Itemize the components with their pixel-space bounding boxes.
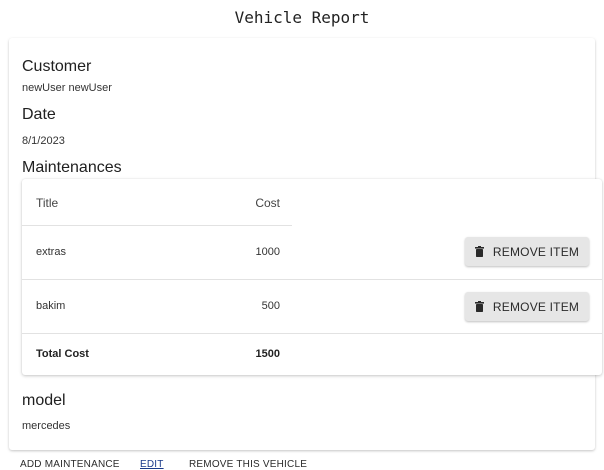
row-cost: 500 [261, 300, 280, 312]
row-divider [22, 279, 602, 280]
trash-icon [474, 246, 484, 257]
header-divider [22, 225, 292, 226]
model-value: mercedes [22, 420, 71, 432]
customer-name: newUser newUser [22, 82, 112, 94]
remove-item-button[interactable]: REMOVE ITEM [465, 237, 589, 266]
date-heading: Date [22, 106, 56, 123]
remove-vehicle-button[interactable]: REMOVE THIS VEHICLE [189, 459, 307, 470]
trash-icon [474, 301, 484, 312]
row-title: extras [36, 246, 66, 258]
add-maintenance-button[interactable]: ADD MAINTENANCE [20, 459, 120, 470]
row-divider [22, 333, 602, 334]
customer-heading: Customer [22, 58, 92, 75]
total-cost-value: 1500 [255, 348, 280, 360]
remove-item-button[interactable]: REMOVE ITEM [465, 292, 589, 321]
column-header-cost: Cost [255, 196, 280, 210]
row-title: bakim [36, 300, 66, 312]
model-heading: model [22, 392, 66, 409]
remove-item-label: REMOVE ITEM [492, 299, 580, 314]
date-value: 8/1/2023 [22, 135, 65, 147]
page-title: Vehicle Report [234, 8, 370, 27]
maintenances-table [22, 179, 602, 375]
remove-item-label: REMOVE ITEM [492, 244, 580, 259]
total-cost-label: Total Cost [36, 348, 89, 360]
edit-link[interactable]: EDIT [140, 459, 164, 470]
row-cost: 1000 [255, 246, 280, 258]
maintenances-heading: Maintenances [22, 159, 122, 176]
column-header-title: Title [36, 196, 59, 210]
